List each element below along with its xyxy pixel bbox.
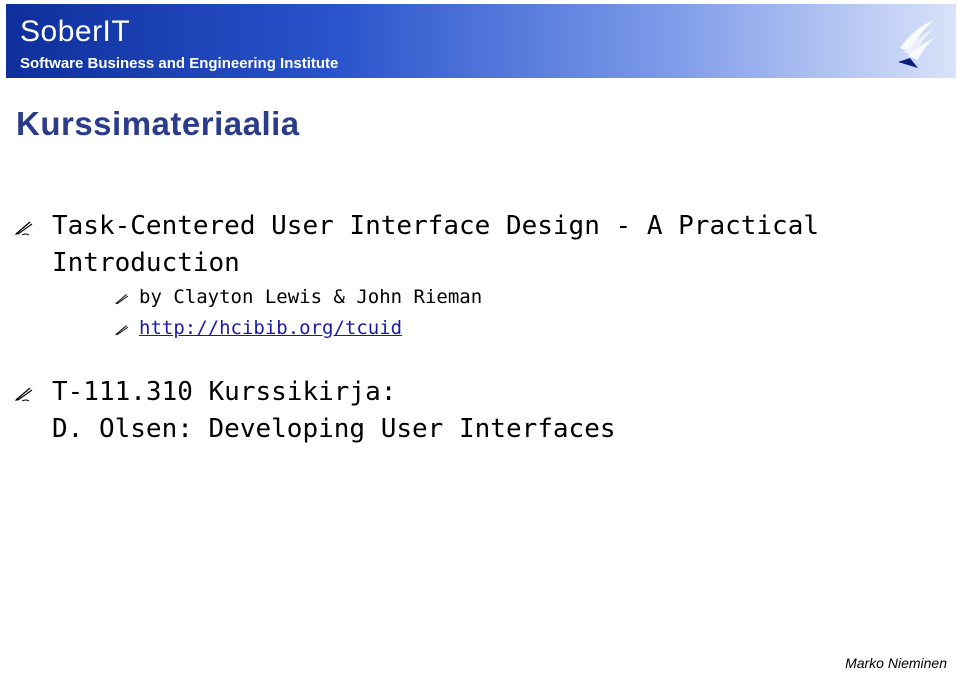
bullet-text-line: D. Olsen: Developing User Interfaces <box>52 414 616 444</box>
tcuid-link[interactable]: http://hcibib.org/tcuid <box>139 317 402 339</box>
bullet-text-line: Introduction <box>52 248 240 278</box>
slide-title: Kurssimateriaalia <box>16 105 300 142</box>
slide: SoberIT Software Business and Engineerin… <box>0 0 959 673</box>
sub-list-item: by Clayton Lewis & John Rieman <box>0 282 959 313</box>
header-banner: SoberIT Software Business and Engineerin… <box>6 4 956 78</box>
institute-logo-icon <box>898 20 934 68</box>
list-item: Task-Centered User Interface Design - A … <box>0 208 959 282</box>
sub-list: by Clayton Lewis & John Rieman http://hc… <box>0 282 959 344</box>
pencil-icon <box>15 221 33 236</box>
bullet-list: Task-Centered User Interface Design - A … <box>0 208 959 448</box>
bullet-text-line: T-111.310 Kurssikirja: <box>52 377 397 407</box>
brand-name: SoberIT <box>20 15 131 48</box>
pencil-icon <box>115 325 129 336</box>
author-credit: by Clayton Lewis & John Rieman <box>139 286 483 308</box>
brand-subtitle: Software Business and Engineering Instit… <box>20 55 339 72</box>
pencil-icon <box>115 294 129 305</box>
footer-author: Marko Nieminen <box>845 655 947 671</box>
list-item: T-111.310 Kurssikirja: D. Olsen: Develop… <box>0 374 959 448</box>
bullet-text-line: Task-Centered User Interface Design - A … <box>52 211 820 241</box>
pencil-icon <box>15 387 33 402</box>
sub-list-item: http://hcibib.org/tcuid <box>0 313 959 344</box>
